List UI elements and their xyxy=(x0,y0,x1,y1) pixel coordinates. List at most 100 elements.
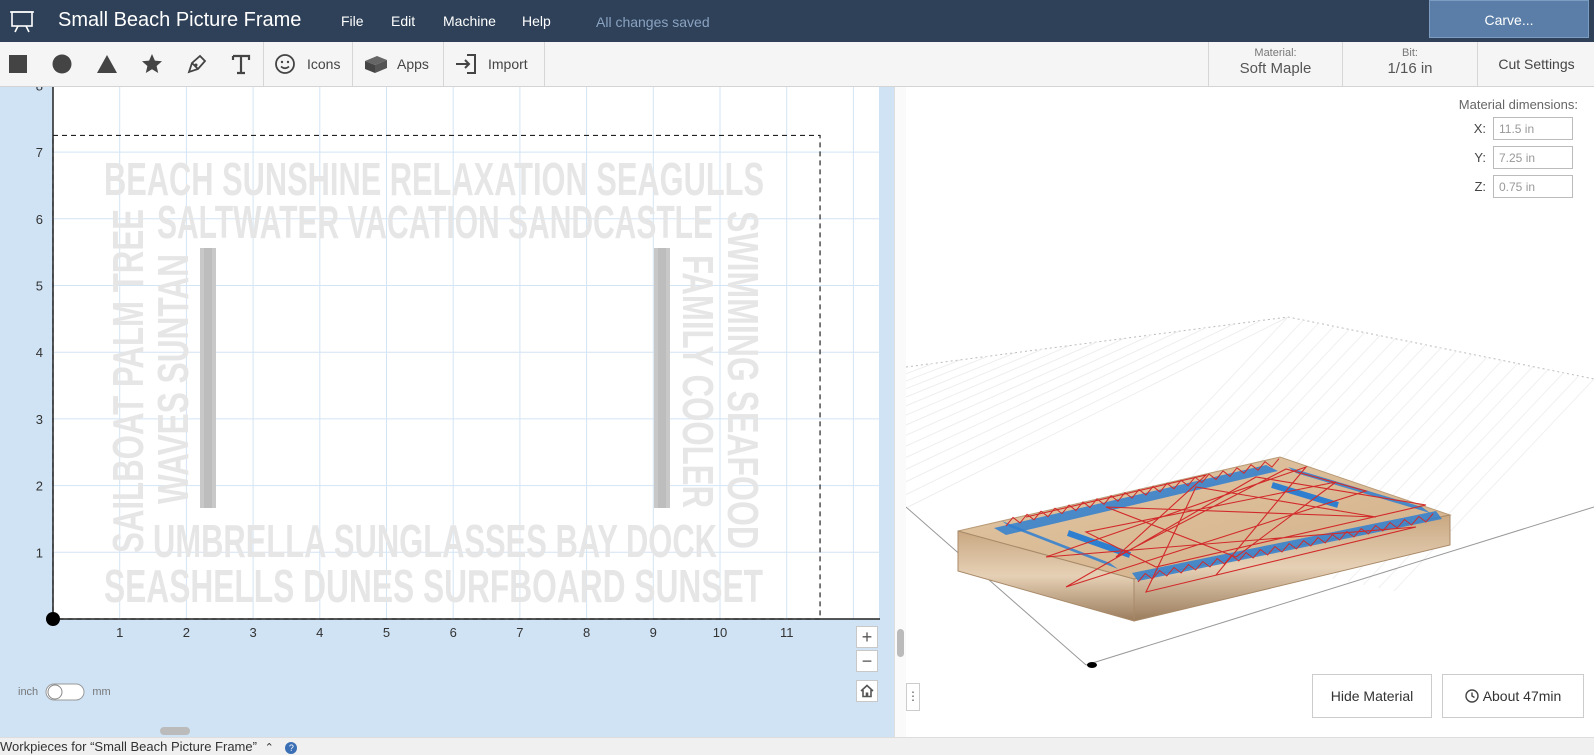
circle-icon[interactable] xyxy=(50,52,74,76)
y-axis-tick-label: 7 xyxy=(36,145,43,160)
star-icon[interactable] xyxy=(140,52,164,76)
square-icon[interactable] xyxy=(6,52,30,76)
dimension-y-row: Y: xyxy=(1456,146,1576,170)
bit-value: 1/16 in xyxy=(1387,60,1433,77)
word-column-left-1[interactable]: SAILBOAT PALM TREE xyxy=(104,209,153,553)
x-axis-tick-label: 9 xyxy=(650,625,657,640)
unit-toggle[interactable]: inch mm xyxy=(18,682,111,702)
dimension-x-label: X: xyxy=(1473,121,1486,136)
left-groove-inner xyxy=(204,248,212,508)
word-row-4[interactable]: SEASHELLS DUNES SURFBOARD SUNSET xyxy=(104,560,763,612)
menu-edit[interactable]: Edit xyxy=(391,13,415,29)
preview-origin-marker xyxy=(1087,662,1097,668)
dimension-z-input[interactable] xyxy=(1493,175,1573,198)
x-axis-tick-label: 5 xyxy=(383,625,390,640)
dimension-x-input[interactable] xyxy=(1493,117,1573,140)
x-axis-tick-label: 10 xyxy=(713,625,727,640)
y-axis-tick-label: 4 xyxy=(36,345,43,360)
menu-help[interactable]: Help xyxy=(522,13,551,29)
workpieces-toggle[interactable]: Workpieces for “Small Beach Picture Fram… xyxy=(0,739,298,754)
dimension-y-input[interactable] xyxy=(1493,146,1573,169)
dimension-y-label: Y: xyxy=(1474,150,1486,165)
preview-grid-line xyxy=(906,337,1125,436)
x-axis-tick-label: 4 xyxy=(316,625,323,640)
apps-label: Apps xyxy=(397,56,429,72)
material-value: Soft Maple xyxy=(1239,60,1312,77)
x-axis-tick-label: 2 xyxy=(183,625,190,640)
menu-machine[interactable]: Machine xyxy=(443,13,496,29)
material-selector[interactable]: Material: Soft Maple xyxy=(1208,42,1342,86)
origin-marker[interactable] xyxy=(46,612,60,626)
y-axis-tick-label: 3 xyxy=(36,412,43,427)
triangle-icon[interactable] xyxy=(95,52,119,76)
zoom-out-button[interactable]: − xyxy=(856,650,878,672)
home-icon xyxy=(860,684,874,698)
x-axis-tick-label: 7 xyxy=(516,625,523,640)
preview-grid-line xyxy=(1378,375,1580,589)
preview-3d-pane[interactable]: Material dimensions: X: Y: Z: ⋮ Hide Mat… xyxy=(906,87,1594,737)
workpieces-label: Workpieces for “Small Beach Picture Fram… xyxy=(0,739,257,754)
material-dimensions-title: Material dimensions: xyxy=(1458,97,1578,112)
text-icon[interactable] xyxy=(229,52,253,76)
app-logo-icon[interactable] xyxy=(8,7,36,35)
carve-button[interactable]: Carve... xyxy=(1429,0,1589,38)
preview-grid-line xyxy=(906,327,1207,470)
toolbar: Icons Apps Import Material: Soft Maple B… xyxy=(0,42,1594,87)
help-icon[interactable]: ? xyxy=(285,742,298,754)
vertical-scroll-thumb[interactable] xyxy=(897,629,904,657)
vertical-scrollbar[interactable] xyxy=(894,87,906,737)
workpieces-bar[interactable]: Workpieces for “Small Beach Picture Fram… xyxy=(0,737,1594,755)
import-button[interactable]: Import xyxy=(444,42,544,86)
pane-splitter-handle[interactable]: ⋮ xyxy=(906,683,920,711)
x-axis-tick-label: 3 xyxy=(249,625,256,640)
right-groove-inner xyxy=(658,248,666,508)
unit-switch[interactable] xyxy=(45,682,85,702)
x-axis-tick-label: 6 xyxy=(450,625,457,640)
chevron-up-icon: ⌃ xyxy=(264,742,274,754)
unit-mm-label: mm xyxy=(92,685,111,698)
apps-button[interactable]: Apps xyxy=(353,42,443,86)
x-axis-tick-label: 11 xyxy=(780,625,794,640)
horizontal-scrollbar[interactable] xyxy=(160,727,190,735)
bit-selector[interactable]: Bit: 1/16 in xyxy=(1342,42,1477,86)
word-column-right-1[interactable]: FAMILY COOLER xyxy=(673,255,722,508)
menu-file[interactable]: File xyxy=(341,13,364,29)
icons-label: Icons xyxy=(307,56,341,72)
unit-inch-label: inch xyxy=(18,685,39,698)
icons-button[interactable]: Icons xyxy=(264,42,352,86)
home-view-button[interactable] xyxy=(856,680,878,702)
project-title[interactable]: Small Beach Picture Frame xyxy=(58,9,301,32)
word-row-2[interactable]: SALTWATER VACATION SANDCASTLE xyxy=(157,196,713,248)
top-bar: Small Beach Picture Frame File Edit Mach… xyxy=(0,0,1594,42)
cut-settings-button[interactable]: Cut Settings xyxy=(1477,42,1594,86)
apps-brick-icon xyxy=(365,56,387,73)
word-column-left-2[interactable]: WAVES SUNTAN xyxy=(149,254,198,504)
y-axis-tick-label: 2 xyxy=(36,479,43,494)
material-label: Material: xyxy=(1254,47,1297,59)
y-axis-tick-label: 5 xyxy=(36,279,43,294)
x-axis-tick-label: 8 xyxy=(583,625,590,640)
smiley-icon xyxy=(275,54,295,74)
y-axis-tick-label: 1 xyxy=(36,545,43,560)
word-column-right-2[interactable]: SWIMMING SEAFOOD xyxy=(718,211,767,549)
dimension-z-label: Z: xyxy=(1474,179,1486,194)
design-canvas[interactable]: BEACH SUNSHINE RELAXATION SEAGULLS SALTWA… xyxy=(0,87,906,737)
pen-icon[interactable] xyxy=(185,52,209,76)
bit-label: Bit: xyxy=(1402,47,1418,59)
zoom-in-button[interactable]: + xyxy=(856,626,878,648)
preview-grid-line xyxy=(1393,378,1594,592)
dimension-z-row: Z: xyxy=(1456,175,1576,199)
hide-material-button[interactable]: Hide Material xyxy=(1312,674,1432,718)
save-status: All changes saved xyxy=(596,14,710,30)
toolbar-divider xyxy=(544,42,545,86)
dimension-x-row: X: xyxy=(1456,117,1576,141)
x-axis-tick-label: 1 xyxy=(116,625,123,640)
preview-grid-line xyxy=(906,355,989,390)
clock-icon xyxy=(1464,689,1479,703)
import-label: Import xyxy=(488,56,528,72)
y-axis-tick-label: 6 xyxy=(36,212,43,227)
estimated-time-button[interactable]: About 47min xyxy=(1442,674,1584,718)
import-icon xyxy=(456,54,476,74)
estimated-time-label: About 47min xyxy=(1482,688,1562,704)
canvas-workspace[interactable]: BEACH SUNSHINE RELAXATION SEAGULLSSALTWA… xyxy=(0,87,894,737)
